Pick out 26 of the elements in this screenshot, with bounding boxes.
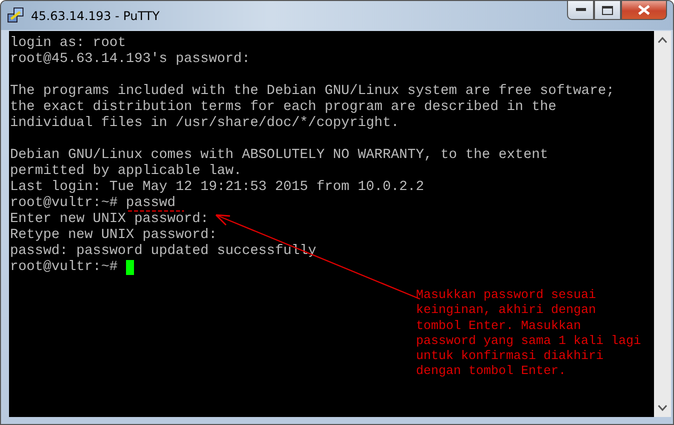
terminal-line: root@vultr:~#: [10, 260, 119, 274]
close-button[interactable]: [621, 1, 667, 20]
scroll-down-icon[interactable]: [658, 405, 667, 411]
terminal-line: individual files in /usr/share/doc/*/copyright.: [10, 116, 400, 130]
putty-icon: [7, 6, 25, 24]
minimize-icon: [576, 8, 586, 12]
terminal-line: root@45.63.14.193's password:: [10, 52, 250, 66]
terminal-line: Retype new UNIX password:: [10, 228, 217, 242]
terminal-line: login as: root: [10, 36, 126, 50]
terminal-line: The programs included with the Debian GNU/Linux system are free software;: [10, 84, 614, 98]
terminal-line: the exact distribution terms for each program are described in the: [10, 100, 556, 114]
scrollbar[interactable]: [654, 31, 671, 417]
terminal-line: Enter new UNIX password:: [10, 212, 209, 226]
scroll-up-icon[interactable]: [658, 37, 667, 43]
terminal-line: permitted by applicable law.: [10, 164, 242, 178]
terminal-line: Last login: Tue May 12 19:21:53 2015 from 10.0.2.2: [10, 180, 424, 194]
minimize-button[interactable]: [567, 1, 594, 20]
terminal-line: Debian GNU/Linux comes with ABSOLUTELY NO WARRANTY, to the extent: [10, 148, 548, 162]
underline-mark: [128, 210, 184, 212]
maximize-button[interactable]: [594, 1, 621, 20]
window-title: 45.63.14.193 - PuTTY: [31, 8, 160, 22]
terminal-screen[interactable]: [9, 31, 654, 417]
close-icon: [638, 5, 650, 15]
maximize-icon: [602, 6, 613, 14]
annotation-text: Masukkan password sesuai keinginan, akhiri dengan tombol Enter. Masukkan password yang sama 1 kali lagi untuk konfirmasi diakhiri dengan tombol Enter.: [416, 288, 642, 380]
terminal-line: root@vultr:~# passwd: [10, 196, 176, 210]
